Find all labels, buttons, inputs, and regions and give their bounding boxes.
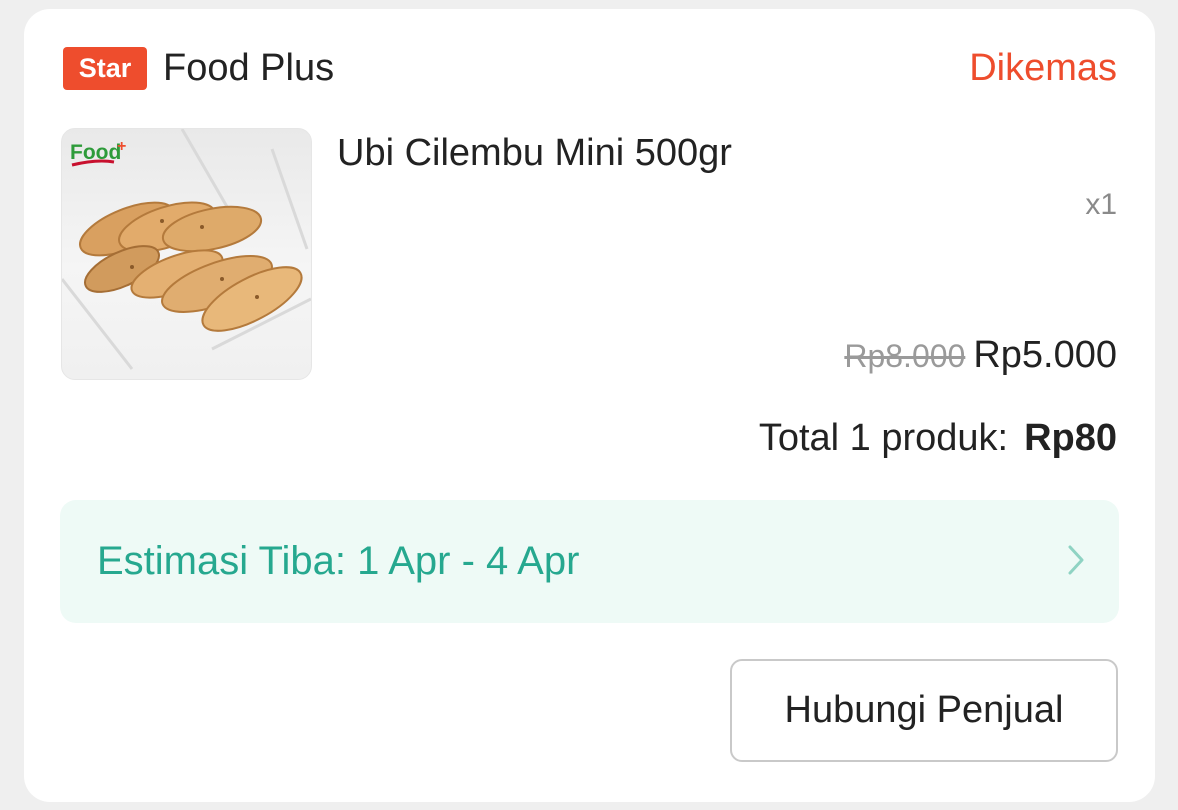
price-original: Rp8.000 — [844, 338, 966, 374]
shop-name[interactable]: Food Plus — [163, 44, 334, 92]
price-row: Rp8.000 Rp5.000 — [844, 334, 1117, 377]
product-quantity: x1 — [1085, 188, 1117, 221]
svg-text:+: + — [117, 138, 126, 155]
total-amount: Rp80 — [1024, 417, 1117, 459]
chevron-right-icon — [1067, 544, 1085, 581]
product-image[interactable]: Food + — [61, 128, 312, 380]
order-status: Dikemas — [969, 47, 1117, 89]
total-label: Total 1 produk: — [758, 417, 1009, 459]
total-row: Total 1 produk: Rp80 — [759, 417, 1117, 460]
product-title[interactable]: Ubi Cilembu Mini 500gr — [337, 129, 732, 177]
delivery-estimate-text: Estimasi Tiba: 1 Apr - 4 Apr — [97, 539, 580, 583]
star-badge: Star — [63, 47, 147, 90]
contact-seller-button[interactable]: Hubungi Penjual — [730, 659, 1118, 762]
sweet-potato-image: Food + — [62, 129, 311, 370]
order-card: Star Food Plus Dikemas Food + Ubi Cilemb… — [24, 9, 1155, 802]
delivery-estimate-banner[interactable]: Estimasi Tiba: 1 Apr - 4 Apr — [60, 500, 1119, 623]
price-final: Rp5.000 — [973, 334, 1117, 376]
